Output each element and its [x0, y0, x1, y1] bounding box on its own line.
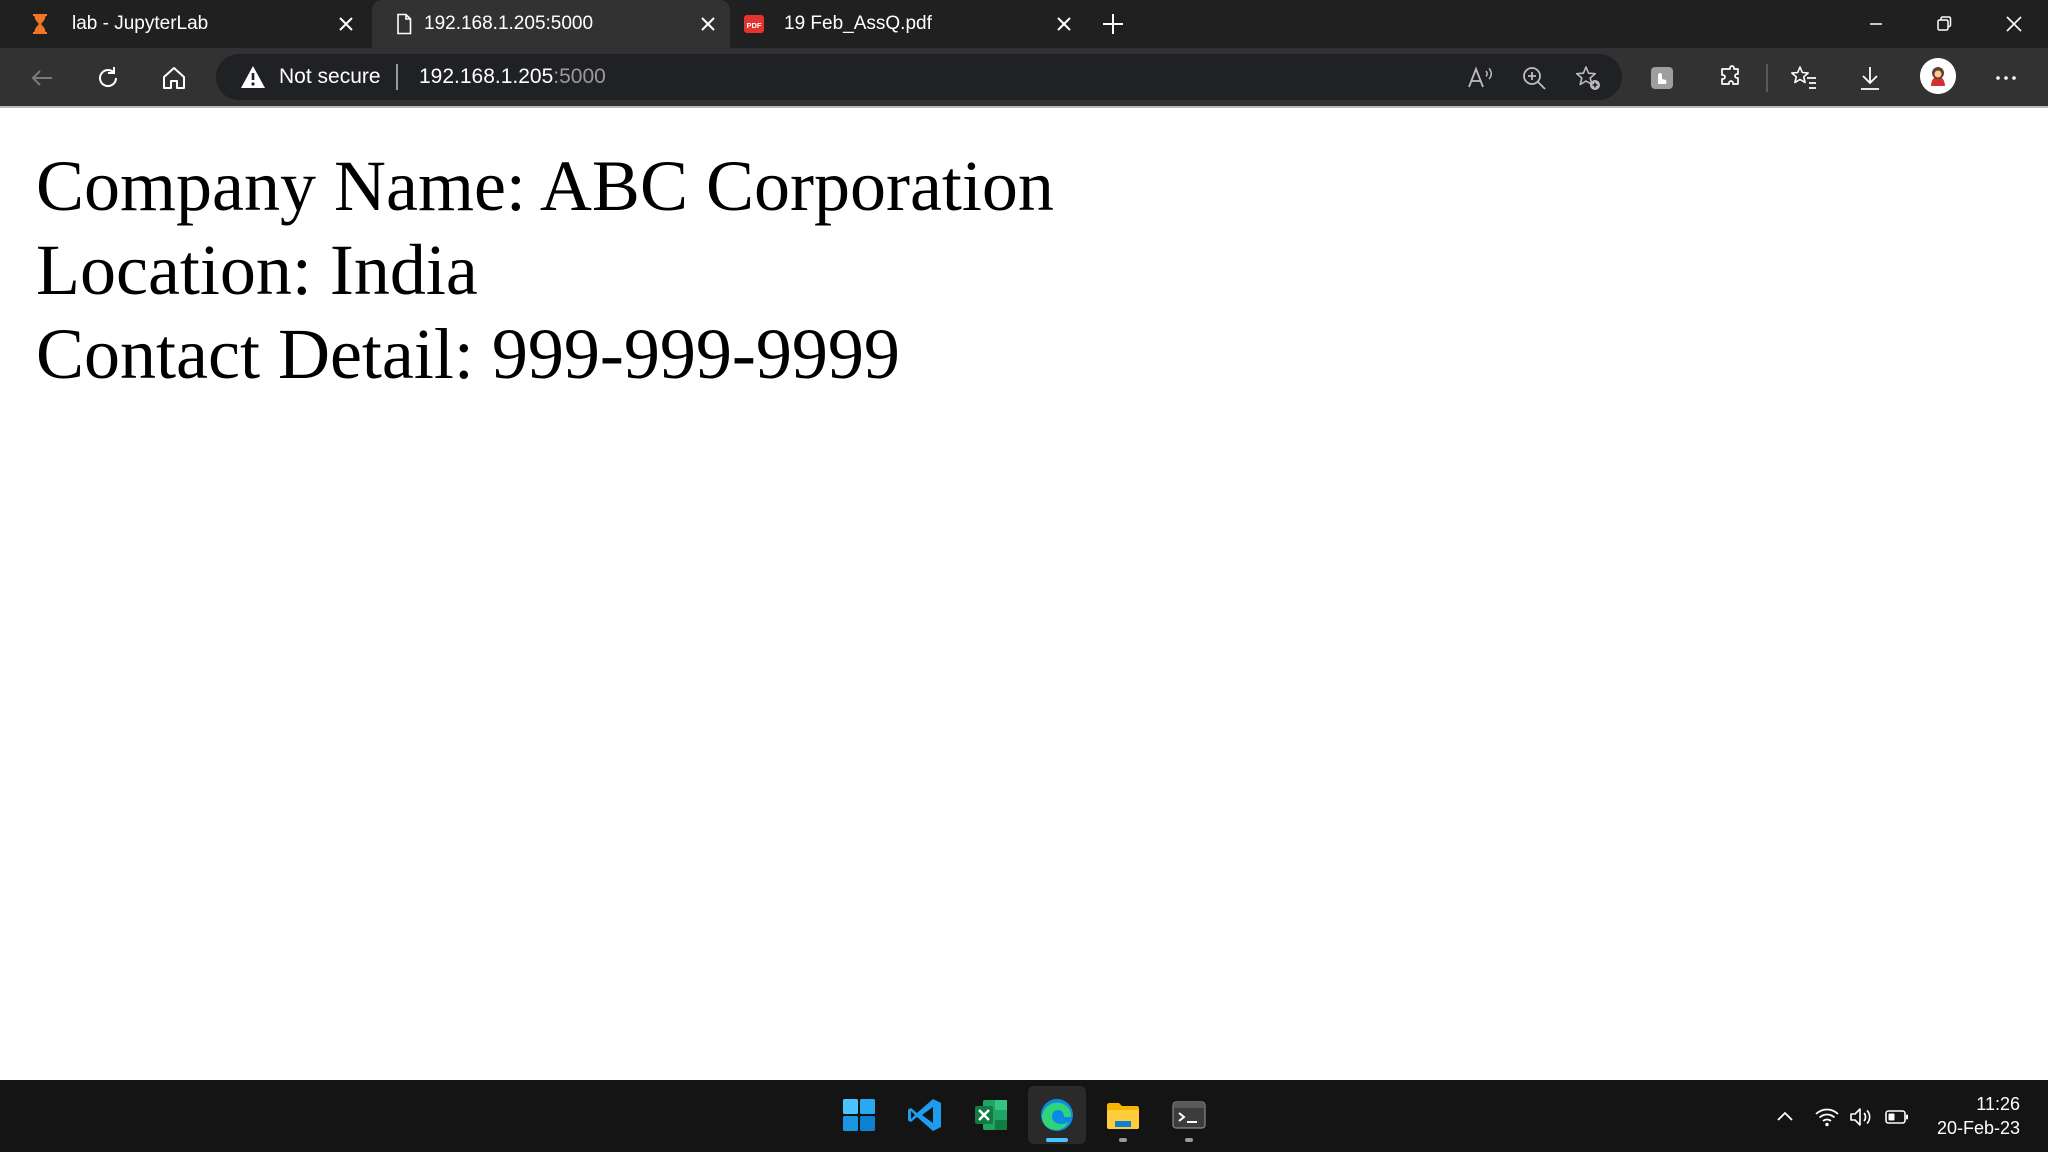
system-clock[interactable]: 11:26 20-Feb-23 [1937, 1092, 2020, 1140]
more-options-icon[interactable] [1992, 64, 2020, 92]
location-line: Location: India [36, 230, 478, 310]
clock-date: 20-Feb-23 [1936, 1118, 2020, 1138]
company-name-line: Company Name: ABC Corporation [36, 146, 1054, 226]
profile-picture-icon [1920, 58, 1956, 94]
address-bar[interactable]: Not secure 192.168.1.205:5000 [216, 54, 1622, 100]
downloads-icon[interactable] [1856, 64, 1884, 92]
minimize-icon[interactable] [1864, 12, 1888, 36]
tab-pdf[interactable]: PDF 19 Feb_AssQ.pdf [732, 0, 1088, 48]
taskbar: 11:26 20-Feb-23 [0, 1080, 2048, 1152]
tab-strip: lab - JupyterLab 192.168.1.205:5000 PDF … [0, 0, 2048, 48]
back-icon[interactable] [28, 64, 56, 92]
address-separator [396, 64, 398, 90]
active-indicator [1046, 1138, 1068, 1142]
page-body: Company Name: ABC Corporation Location: … [36, 144, 1054, 396]
url-port: :5000 [553, 65, 606, 88]
url-host: 192.168.1.205 [419, 65, 554, 88]
add-favorite-icon[interactable] [1574, 64, 1602, 92]
restore-icon[interactable] [1932, 12, 1956, 36]
security-status[interactable]: Not secure [279, 65, 381, 89]
url-text[interactable]: 192.168.1.205:5000 [419, 65, 606, 89]
close-icon[interactable] [334, 12, 358, 36]
windows-start-icon [843, 1099, 875, 1131]
clock-time: 11:26 [1976, 1094, 2020, 1114]
warning-icon [241, 66, 265, 88]
vscode-icon [908, 1099, 941, 1131]
tab-title: 192.168.1.205:5000 [424, 13, 594, 34]
toolbar-shadow [0, 106, 2048, 108]
taskbar-file-explorer[interactable] [1094, 1086, 1152, 1144]
pdf-icon: PDF [744, 15, 764, 33]
tab-title: lab - JupyterLab [72, 13, 209, 34]
taskbar-excel[interactable] [962, 1086, 1020, 1144]
page-icon [397, 13, 412, 35]
start-button[interactable] [830, 1086, 888, 1144]
read-aloud-icon[interactable] [1466, 64, 1494, 92]
favorites-icon[interactable] [1790, 64, 1818, 92]
toolbar-separator [1766, 64, 1768, 92]
jupyter-hourglass-icon [33, 14, 47, 34]
taskbar-terminal[interactable] [1160, 1086, 1218, 1144]
tab-jupyterlab[interactable]: lab - JupyterLab [8, 0, 364, 48]
close-icon[interactable] [696, 12, 720, 36]
zoom-icon[interactable] [1520, 64, 1548, 92]
running-indicator [1185, 1138, 1193, 1142]
refresh-icon[interactable] [94, 64, 122, 92]
browser-toolbar: Not secure 192.168.1.205:5000 [0, 48, 2048, 106]
taskbar-edge[interactable] [1028, 1086, 1086, 1144]
file-explorer-icon [1107, 1103, 1139, 1129]
new-tab-icon[interactable] [1100, 11, 1126, 37]
battery-icon[interactable] [1884, 1104, 1910, 1130]
extension-app-icon[interactable] [1648, 64, 1676, 92]
close-icon[interactable] [1052, 12, 1076, 36]
edge-icon [1041, 1099, 1073, 1131]
excel-icon [975, 1100, 1007, 1130]
running-indicator [1119, 1138, 1127, 1142]
svg-text:PDF: PDF [747, 21, 762, 30]
close-window-icon[interactable] [2002, 12, 2026, 36]
extensions-icon[interactable] [1716, 64, 1744, 92]
volume-icon[interactable] [1848, 1104, 1874, 1130]
profile-avatar[interactable] [1920, 58, 1956, 94]
home-icon[interactable] [160, 64, 188, 92]
chevron-up-icon[interactable] [1772, 1104, 1798, 1130]
tab-local-server[interactable]: 192.168.1.205:5000 [372, 0, 730, 48]
terminal-icon [1172, 1101, 1206, 1129]
wifi-icon[interactable] [1814, 1104, 1840, 1130]
taskbar-vscode[interactable] [896, 1086, 954, 1144]
contact-detail-line: Contact Detail: 999-999-9999 [36, 314, 900, 394]
tab-title: 19 Feb_AssQ.pdf [784, 13, 932, 34]
